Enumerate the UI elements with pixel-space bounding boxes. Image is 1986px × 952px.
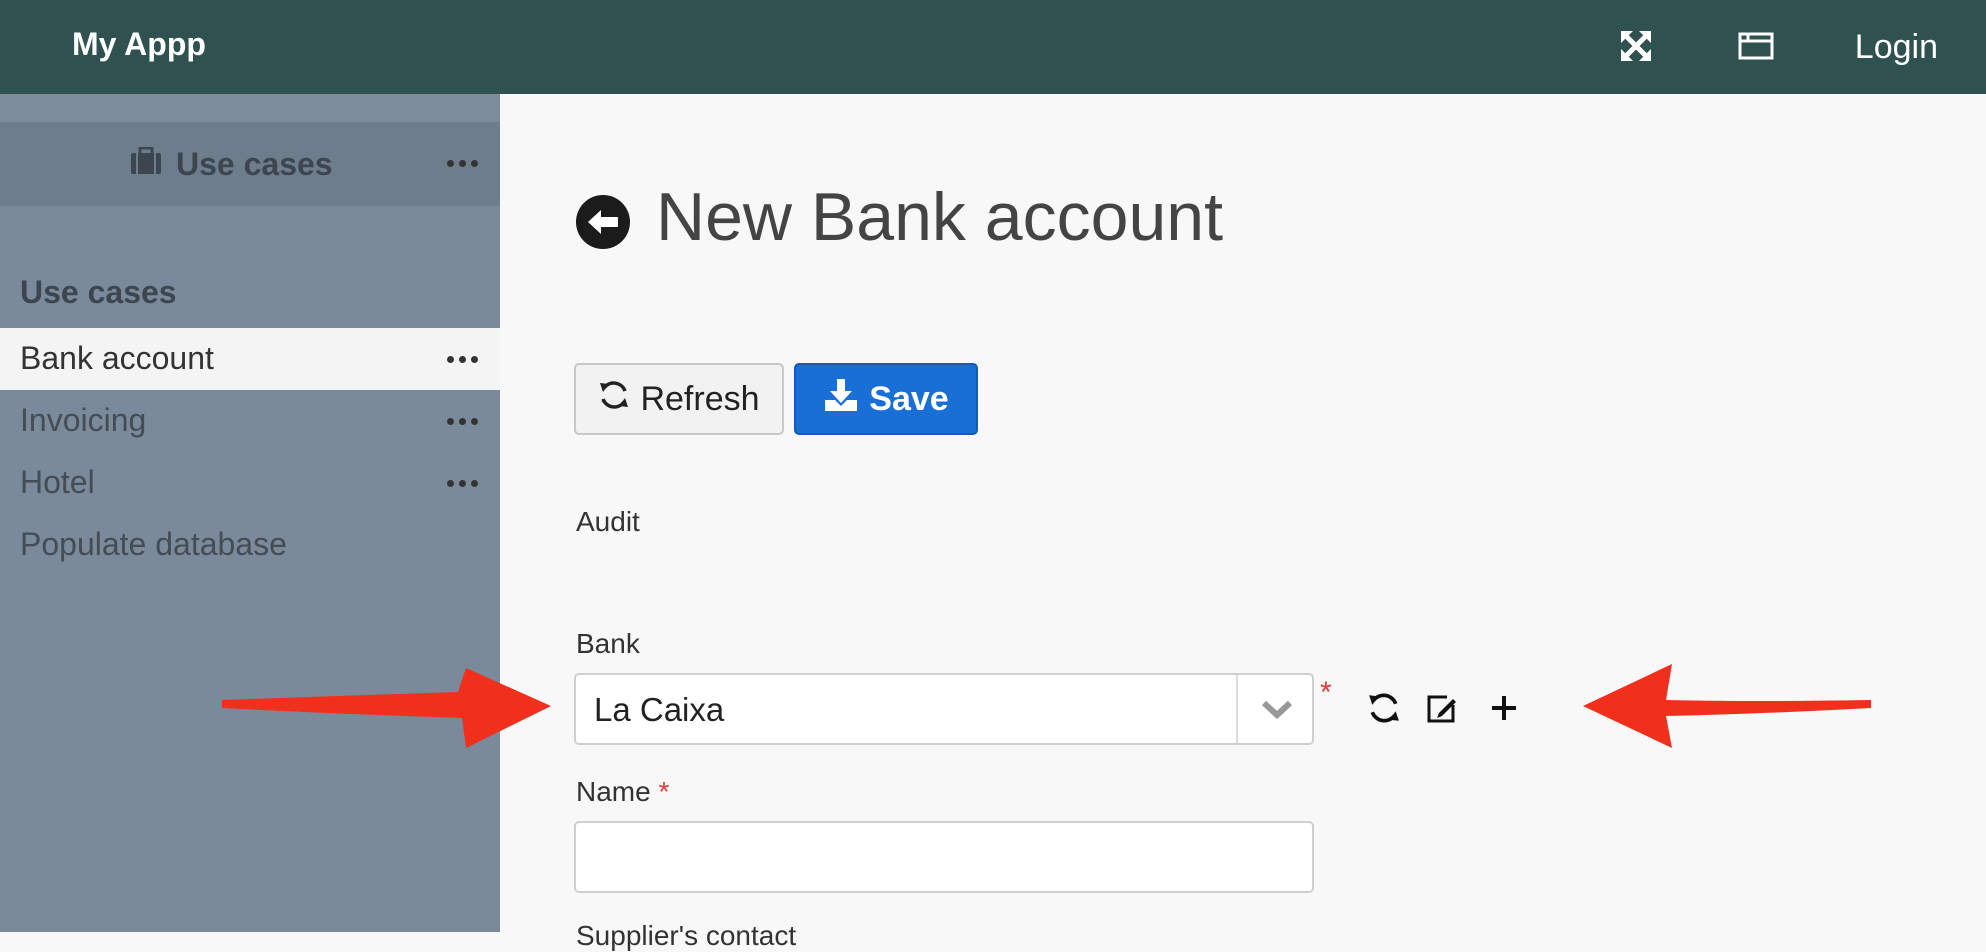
name-required-mark: *	[658, 776, 670, 807]
sidebar-item-populate-database[interactable]: Populate database	[0, 514, 500, 576]
suppliers-contact-label: Supplier's contact	[576, 920, 797, 951]
briefcase-icon	[130, 146, 162, 183]
sidebar-top-strip	[0, 94, 500, 122]
page-title: New Bank account	[656, 179, 1223, 255]
plus-icon[interactable]	[1484, 688, 1524, 728]
annotation-arrow-left	[222, 668, 551, 748]
sidebar-item-label: Populate database	[20, 526, 287, 562]
sidebar-section-title: Use cases	[20, 274, 177, 310]
module-menu-icon[interactable]	[447, 160, 478, 167]
refresh-button[interactable]: Refresh	[574, 363, 784, 435]
sidebar: Use cases Use cases Bank account Invoici…	[0, 94, 500, 932]
edit-icon[interactable]	[1422, 688, 1462, 728]
refresh-button-label: Refresh	[640, 379, 760, 418]
login-link[interactable]: Login	[1855, 28, 1938, 67]
bank-select-value: La Caixa	[594, 691, 725, 728]
sidebar-item-label: Hotel	[20, 464, 95, 500]
name-label: Name *	[576, 776, 669, 808]
bank-label: Bank	[576, 628, 640, 659]
top-navbar: My Appp Login	[0, 0, 1986, 94]
arrow-left-circle-icon[interactable]	[576, 195, 630, 249]
sidebar-module-header[interactable]: Use cases	[0, 122, 500, 206]
sidebar-item-label: Bank account	[20, 340, 214, 376]
save-button-label: Save	[869, 379, 949, 418]
refresh-icon	[598, 379, 630, 420]
sidebar-item-invoicing[interactable]: Invoicing	[0, 390, 500, 452]
refresh-icon[interactable]	[1364, 688, 1404, 728]
sidebar-module-title: Use cases	[176, 146, 333, 182]
app-title[interactable]: My Appp	[72, 26, 206, 63]
name-field[interactable]	[574, 821, 1314, 893]
save-button[interactable]: Save	[794, 363, 978, 435]
item-menu-icon[interactable]	[447, 480, 478, 487]
name-label-text: Name	[576, 776, 651, 807]
audit-label[interactable]: Audit	[576, 506, 640, 538]
item-menu-icon[interactable]	[447, 418, 478, 425]
fullscreen-icon[interactable]	[1614, 22, 1658, 70]
bank-required-mark: *	[1320, 676, 1332, 709]
sidebar-item-bank-account[interactable]: Bank account	[0, 328, 500, 390]
sidebar-item-label: Invoicing	[20, 402, 147, 438]
bank-select[interactable]: La Caixa	[574, 673, 1314, 745]
download-icon	[823, 378, 859, 421]
sidebar-item-hotel[interactable]: Hotel	[0, 452, 500, 514]
select-divider	[1236, 675, 1238, 743]
window-icon[interactable]	[1734, 22, 1778, 70]
annotation-arrow-right	[1583, 664, 1871, 748]
chevron-down-icon[interactable]	[1260, 697, 1294, 726]
item-menu-icon[interactable]	[447, 356, 478, 363]
